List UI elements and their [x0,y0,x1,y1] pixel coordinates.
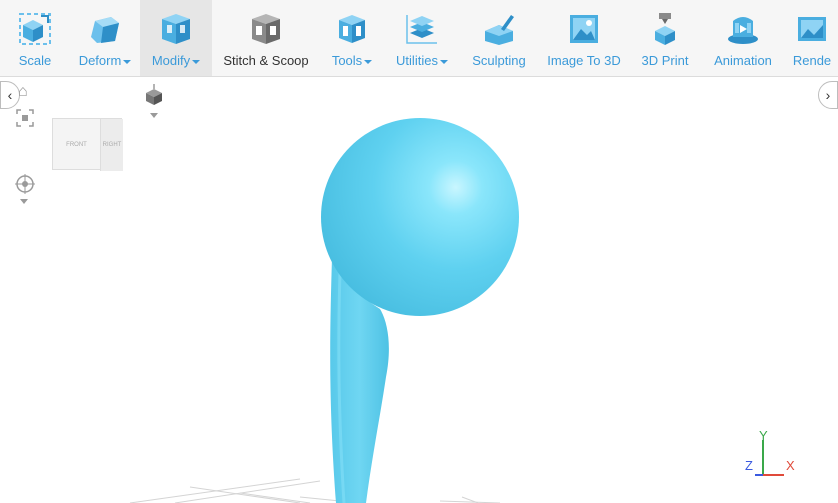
chevron-right-icon: › [825,87,831,103]
floor-grid [129,478,501,503]
scale-icon [15,10,55,48]
utilities-icon [402,10,442,48]
chevron-down-icon [439,59,448,64]
chevron-down-icon [123,59,132,64]
main-toolbar: Scale Deform Modify Stitch & Scoop Tools… [0,0,838,77]
3d-print-icon [645,10,685,48]
image-to-3d-icon [564,10,604,48]
render-button[interactable]: Rende [786,0,838,76]
axis-y-label: Y [759,428,768,443]
axis-z-label: Z [745,458,753,473]
chevron-down-icon [364,59,373,64]
animation-label: Animation [714,53,772,68]
3d-print-button[interactable]: 3D Print [630,0,700,76]
modify-icon [156,10,196,48]
tools-label: Tools [331,53,363,68]
axis-x-label: X [786,458,795,473]
fit-view-icon[interactable] [16,109,34,132]
tools-icon [332,10,372,48]
chevron-down-icon [192,59,201,64]
stitch-scoop-button[interactable]: Stitch & Scoop [212,0,320,76]
deform-icon [85,10,125,48]
modify-label: Modify [151,53,191,68]
sculpting-label: Sculpting [472,53,526,68]
home-icon[interactable]: ⌂ [18,83,28,101]
model-sphere [321,118,519,316]
render-icon [792,10,832,48]
utilities-label: Utilities [396,53,438,68]
utilities-button[interactable]: Utilities [384,0,460,76]
3d-viewport[interactable]: ‹ › ⌂ FRONT RIGHT Y Z X [0,77,838,503]
3d-print-label: 3D Print [641,53,689,68]
modify-button[interactable]: Modify [140,0,212,76]
axis-indicator [755,440,784,476]
deform-label: Deform [78,53,122,68]
sculpting-button[interactable]: Sculpting [460,0,538,76]
chevron-left-icon: ‹ [7,87,13,103]
tools-button[interactable]: Tools [320,0,384,76]
view-mode-icon[interactable] [142,83,166,124]
view-cube-front[interactable]: FRONT [53,119,101,171]
deform-button[interactable]: Deform [70,0,140,76]
view-cube[interactable]: FRONT RIGHT [52,118,123,171]
image-to-3d-label: Image To 3D [547,53,621,68]
stitch-scoop-icon [246,10,286,48]
scale-button[interactable]: Scale [0,0,70,76]
render-label: Rende [792,53,832,68]
scale-label: Scale [18,53,52,68]
stitch-scoop-label: Stitch & Scoop [223,53,309,68]
collapse-right-button[interactable]: › [818,81,838,109]
sculpting-icon [479,10,519,48]
view-cube-right[interactable]: RIGHT [101,119,123,171]
animation-button[interactable]: Animation [700,0,786,76]
image-to-3d-button[interactable]: Image To 3D [538,0,630,76]
scene-canvas [129,118,784,503]
animation-icon [723,10,763,48]
orbit-icon[interactable] [14,174,36,211]
